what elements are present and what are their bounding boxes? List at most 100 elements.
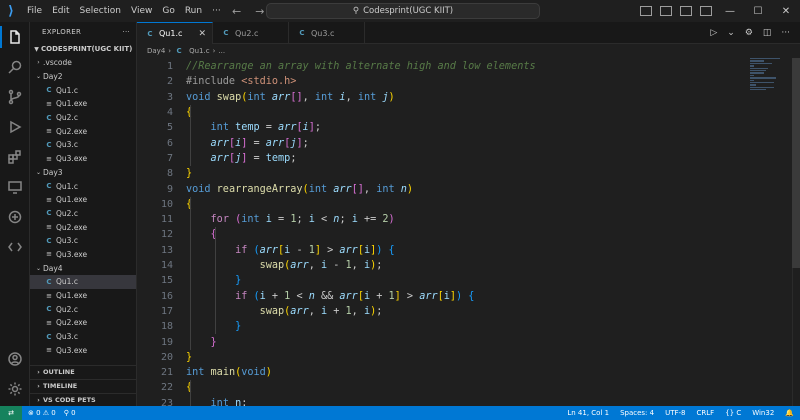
menu-more[interactable]: ··· [207, 0, 226, 22]
close-tab-icon[interactable]: ✕ [198, 29, 206, 39]
run-dropdown-chevron-icon[interactable]: ⌄ [727, 28, 735, 38]
source-control-icon[interactable] [0, 82, 30, 112]
remote-explorer-icon[interactable] [0, 172, 30, 202]
tab-qu3-c[interactable]: C Qu3.c [289, 22, 365, 44]
c-file-icon: C [46, 236, 52, 245]
exe-file-icon [44, 346, 54, 354]
code-token: swap [216, 91, 242, 103]
menu-go[interactable]: Go [157, 0, 179, 22]
command-center[interactable]: ⚲ Codesprint(UGC KIIT) [266, 3, 540, 19]
run-debug-icon[interactable] [0, 112, 30, 142]
file-item[interactable]: C Qu2.c [30, 207, 136, 221]
code-token: + [327, 305, 346, 317]
file-item[interactable]: Qu1.exe [30, 97, 136, 111]
file-item[interactable]: Qu1.exe [30, 193, 136, 207]
editor-tabs: C Qu1.c ✕ C Qu2.c C Qu3.c ▷ ⌄ ⚙ ◫ ··· [137, 22, 800, 44]
encoding-status[interactable]: UTF-8 [665, 409, 685, 417]
more-actions-icon[interactable]: ··· [781, 28, 790, 38]
eol-status[interactable]: CRLF [697, 409, 715, 417]
scrollbar-thumb[interactable] [792, 58, 800, 268]
workspace-folder[interactable]: ▼ CODESPRINT(UGC KIIT) [30, 42, 136, 56]
platform-status[interactable]: Win32 [752, 409, 774, 417]
file-item[interactable]: C Qu1.c [30, 179, 136, 193]
settings-gear-icon[interactable]: ⚙ [745, 28, 753, 38]
timeline-section-label: TIMELINE [43, 382, 78, 390]
toggle-sidebar-icon[interactable] [640, 6, 652, 16]
exe-file-icon [44, 196, 54, 204]
folder-item[interactable]: ⌄ Day3 [30, 166, 136, 180]
ports-status[interactable]: ⚲ 0 [64, 409, 76, 417]
code-token: int [308, 183, 334, 195]
code-editor[interactable]: 1 //Rearrange an array with alternate hig… [137, 58, 800, 406]
outline-section[interactable]: › OUTLINE [30, 365, 136, 378]
code-token: > [400, 290, 420, 302]
code-token: arr [333, 183, 352, 195]
tab-qu1-c[interactable]: C Qu1.c ✕ [137, 22, 213, 44]
back-arrow-icon[interactable]: ← [232, 5, 241, 18]
account-icon[interactable] [0, 344, 30, 374]
file-item[interactable]: C Qu1.c [30, 275, 136, 289]
notifications-bell-icon[interactable]: 🔔 [785, 409, 794, 417]
file-item[interactable]: Qu2.exe [30, 220, 136, 234]
breadcrumb-file[interactable]: Qu1.c [189, 47, 209, 55]
menu-file[interactable]: File [22, 0, 47, 22]
file-item[interactable]: Qu1.exe [30, 289, 136, 303]
menu-selection[interactable]: Selection [75, 0, 126, 22]
folder-item[interactable]: › .vscode [30, 56, 136, 70]
file-item[interactable]: Qu3.exe [30, 152, 136, 166]
file-item[interactable]: Qu3.exe [30, 343, 136, 357]
ai-chat-icon[interactable] [0, 202, 30, 232]
file-item[interactable]: C Qu1.c [30, 83, 136, 97]
minimize-button[interactable]: — [716, 0, 744, 22]
close-window-button[interactable]: ✕ [772, 0, 800, 22]
command-center-label: Codesprint(UGC KIIT) [363, 6, 454, 16]
split-editor-icon[interactable]: ◫ [763, 28, 772, 38]
cursor-position[interactable]: Ln 41, Col 1 [567, 409, 609, 417]
file-item[interactable]: C Qu2.c [30, 111, 136, 125]
remote-indicator-icon[interactable]: ⇄ [0, 406, 22, 420]
timeline-section[interactable]: › TIMELINE [30, 379, 136, 392]
explorer-icon[interactable] [0, 22, 30, 52]
language-mode[interactable]: {} C [725, 409, 741, 417]
code-line: 2 #include <stdio.h> [137, 74, 747, 89]
settings-gear-icon[interactable] [0, 374, 30, 404]
vscode-pets-section[interactable]: › VS CODE PETS [30, 393, 136, 406]
vscode-logo-icon: ⟩ [8, 3, 14, 19]
minimap[interactable] [750, 58, 790, 108]
problems-status[interactable]: ⊗ 0 ⚠ 0 [28, 409, 56, 417]
tab-qu2-c[interactable]: C Qu2.c [213, 22, 289, 44]
code-token: } [235, 321, 242, 333]
menu-edit[interactable]: Edit [47, 0, 74, 22]
file-item[interactable]: C Qu2.c [30, 302, 136, 316]
indentation-status[interactable]: Spaces: 4 [620, 409, 654, 417]
menu-run[interactable]: Run [180, 0, 207, 22]
menu-view[interactable]: View [126, 0, 157, 22]
file-item[interactable]: Qu2.exe [30, 124, 136, 138]
code-brackets-icon[interactable] [0, 232, 30, 262]
folder-item[interactable]: ⌄ Day2 [30, 70, 136, 84]
more-actions-icon[interactable]: ··· [122, 28, 130, 36]
forward-arrow-icon[interactable]: → [255, 5, 264, 18]
vertical-scrollbar[interactable] [792, 58, 800, 406]
toggle-panel-icon[interactable] [660, 6, 672, 16]
file-item[interactable]: C Qu3.c [30, 234, 136, 248]
outline-section-label: OUTLINE [43, 368, 75, 376]
extensions-icon[interactable] [0, 142, 30, 172]
line-number: 15 [160, 275, 173, 287]
tree-item-label: Day2 [43, 72, 63, 82]
search-view-icon[interactable] [0, 52, 30, 82]
breadcrumb-folder[interactable]: Day4 [147, 47, 165, 55]
customize-layout-icon[interactable] [700, 6, 712, 16]
run-file-icon[interactable]: ▷ [710, 28, 717, 38]
file-item[interactable]: Qu2.exe [30, 316, 136, 330]
file-item[interactable]: Qu3.exe [30, 248, 136, 262]
c-file-icon: C [223, 29, 229, 37]
breadcrumb-symbol[interactable]: ... [218, 47, 225, 55]
folder-item[interactable]: ⌄ Day4 [30, 261, 136, 275]
file-item[interactable]: C Qu3.c [30, 330, 136, 344]
toggle-secondary-sidebar-icon[interactable] [680, 6, 692, 16]
maximize-button[interactable]: ☐ [744, 0, 772, 22]
menu-bar: File Edit Selection View Go Run ··· [22, 0, 226, 22]
file-item[interactable]: C Qu3.c [30, 138, 136, 152]
